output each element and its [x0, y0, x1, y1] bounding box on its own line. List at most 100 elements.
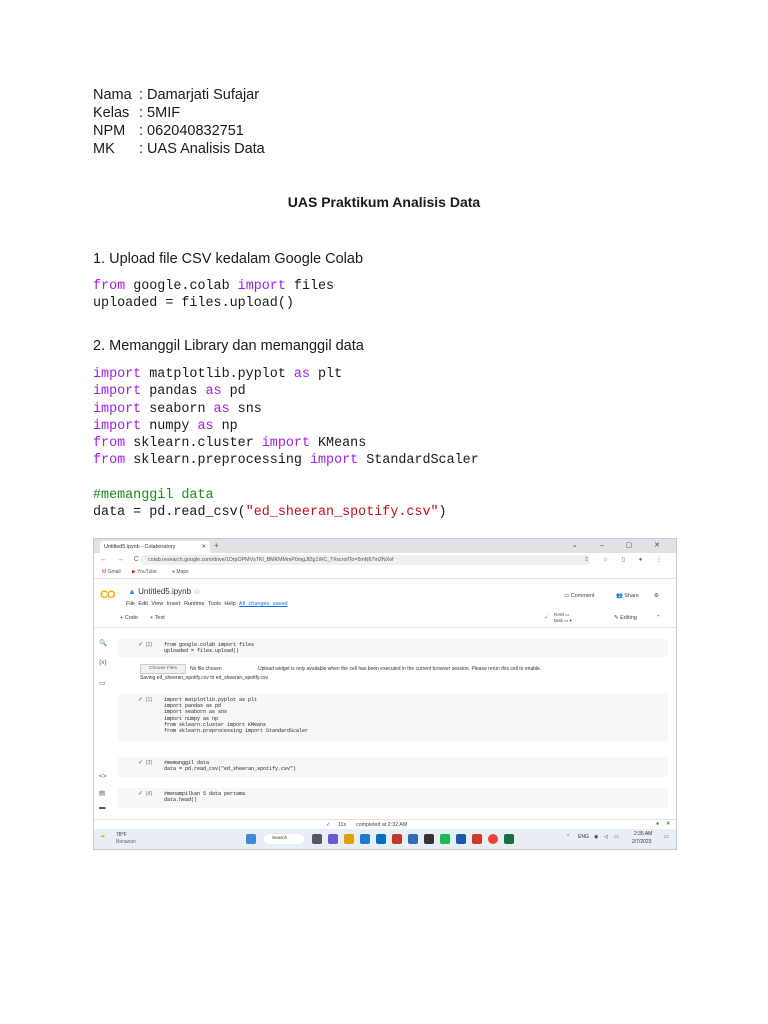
nav-buttons[interactable]: ← → C [100, 556, 143, 563]
add-code-button[interactable]: + Code [120, 615, 138, 621]
menu-tools[interactable]: Tools [208, 601, 221, 607]
resource-monitor[interactable]: RAM ▭ Disk ▭ ▾ [554, 612, 606, 626]
excel-icon[interactable] [504, 834, 514, 844]
code-cell[interactable]: ✓ [3] #memanggil data data = pd.read_csv… [118, 757, 668, 777]
add-text-button[interactable]: + Text [150, 615, 165, 621]
menu-runtime[interactable]: Runtime [184, 601, 204, 607]
close-icon[interactable]: ✕ [201, 541, 206, 553]
cell-exec-count: [1] [146, 697, 152, 703]
collapse-chevron-icon[interactable]: ⌃ [656, 615, 661, 621]
terminal-icon[interactable]: ▬ [99, 804, 106, 811]
maps-icon: ● [172, 569, 176, 575]
clock-date[interactable]: 2/7/2023 [632, 839, 651, 845]
variables-icon[interactable]: {x} [99, 659, 107, 666]
menu-help[interactable]: Help [224, 601, 235, 607]
comment-label: Comment [570, 593, 595, 599]
taskbar-search[interactable]: Search [264, 834, 304, 844]
colab-logo[interactable]: CO [100, 589, 115, 601]
colab-screenshot: Untitled5.ipynb - Colaboratory ✕ + ⌄ – ▢ … [93, 538, 677, 850]
code-text: numpy [141, 418, 198, 434]
search-icon[interactable]: 🔍 [99, 639, 107, 647]
code-cell[interactable]: ✓ [2] from google.colab import files upl… [118, 639, 668, 657]
battery-icon[interactable]: ▭ [614, 834, 619, 840]
wifi-icon[interactable]: ◉ [594, 834, 598, 840]
code-block-1: from google.colab import files uploaded … [93, 278, 334, 313]
chrome-icon[interactable] [488, 834, 498, 844]
code-keyword: import [93, 367, 142, 382]
menu-file[interactable]: File [126, 601, 135, 607]
address-bar-icons[interactable]: ⇪ ☆ ▯ ● ⋮ [584, 556, 668, 563]
editing-mode-button[interactable]: ✎ Editing [614, 615, 637, 621]
code-keyword: import [93, 384, 142, 400]
cell-code[interactable]: #memanggil data data = pd.read_csv("ed_s… [164, 760, 296, 772]
code-cell[interactable]: ✓ [4] #menampilkan 5 data pertama data.h… [118, 788, 668, 808]
code-text: pandas [141, 384, 206, 400]
settings-gear-icon[interactable]: ⚙ [654, 593, 659, 599]
office-icon[interactable] [392, 834, 402, 844]
menu-view[interactable]: View [151, 601, 163, 607]
choose-files-button[interactable]: Choose Files [140, 664, 186, 674]
chat-icon[interactable] [328, 834, 338, 844]
code-keyword: as [293, 367, 310, 382]
info-key: Kelas [93, 105, 130, 121]
windows-start-icon[interactable] [246, 834, 256, 844]
tray-lang[interactable]: ENG [578, 834, 589, 840]
folder-icon[interactable]: ▭ [99, 679, 105, 687]
weather-desc: Berawan [116, 839, 136, 845]
notification-icon[interactable]: ▭ [664, 834, 669, 840]
code-keyword: import [309, 453, 359, 469]
powerpoint-icon[interactable] [472, 834, 482, 844]
bookmark-youtube[interactable]: ▶ YouTube [132, 569, 157, 575]
window-controls[interactable]: ⌄ – ▢ ✕ [572, 541, 670, 549]
pencil-icon: ✎ [614, 615, 619, 621]
new-tab-button[interactable]: + [214, 541, 219, 550]
spotify-icon[interactable] [440, 834, 450, 844]
notebook-title[interactable]: ▲ Untitled5.ipynb ☆ [128, 587, 200, 596]
close-icon[interactable]: ✕ [666, 821, 670, 827]
url-field[interactable]: colab.research.google.com/drive/1DrpOPMV… [140, 555, 590, 565]
menu-edit[interactable]: Edit [138, 601, 147, 607]
code-snippets-icon[interactable]: <> [99, 773, 107, 780]
info-row-nama: Nama: Damarjati Sufajar [93, 86, 265, 104]
code-cell[interactable]: ✓ [1] import matplotlib.pyplot as plt im… [118, 694, 668, 742]
bookmark-gmail[interactable]: M Gmail [102, 569, 121, 575]
upload-widget-message: Upload widget is only available when the… [258, 666, 542, 672]
comment-button[interactable]: ▭ Comment [564, 593, 595, 599]
code-text: StandardScaler [358, 453, 479, 469]
mail-icon[interactable] [376, 834, 386, 844]
command-palette-icon[interactable]: ▤ [99, 789, 105, 797]
word-icon[interactable] [456, 834, 466, 844]
code-string: "ed_sheeran_spotify.csv" [245, 505, 439, 521]
star-icon[interactable]: ☆ [193, 587, 200, 596]
volume-icon[interactable]: ◁ [604, 834, 608, 840]
code-text: data = pd.read_csv( [93, 505, 246, 521]
check-icon: ✓ [138, 791, 144, 797]
tray-chevron-icon[interactable]: ⌃ [566, 834, 570, 840]
cell-code[interactable]: import matplotlib.pyplot as plt import p… [164, 697, 308, 734]
saved-status-link[interactable]: All changes saved [239, 601, 288, 607]
menu-insert[interactable]: Insert [167, 601, 181, 607]
media-icon[interactable] [424, 834, 434, 844]
weather-temp: 78°F [116, 832, 127, 838]
store-icon[interactable] [408, 834, 418, 844]
code-text: pd [221, 384, 246, 400]
connected-check-icon: ✓ [544, 615, 549, 621]
share-button[interactable]: 👥 Share [616, 593, 639, 599]
clock-time[interactable]: 2:35 AM [634, 831, 652, 837]
code-text: files [285, 279, 335, 294]
task-view-icon[interactable] [312, 834, 322, 844]
editing-label: Editing [620, 615, 637, 621]
check-icon: ✓ [326, 822, 331, 828]
file-explorer-icon[interactable] [344, 834, 354, 844]
bookmark-maps[interactable]: ● Maps [172, 569, 189, 575]
tab-title: Untitled5.ipynb - Colaboratory [104, 544, 176, 550]
cell-exec-count: [4] [146, 791, 152, 797]
cell-code[interactable]: #menampilkan 5 data pertama data.head() [164, 791, 245, 803]
cell-code[interactable]: from google.colab import files uploaded … [164, 642, 254, 654]
code-text: KMeans [309, 436, 367, 452]
code-keyword: as [197, 418, 214, 434]
browser-tab[interactable]: Untitled5.ipynb - Colaboratory ✕ [100, 541, 210, 553]
edge-icon[interactable] [360, 834, 370, 844]
drive-icon: ▲ [128, 587, 136, 596]
code-text: sklearn.preprocessing [125, 453, 310, 469]
